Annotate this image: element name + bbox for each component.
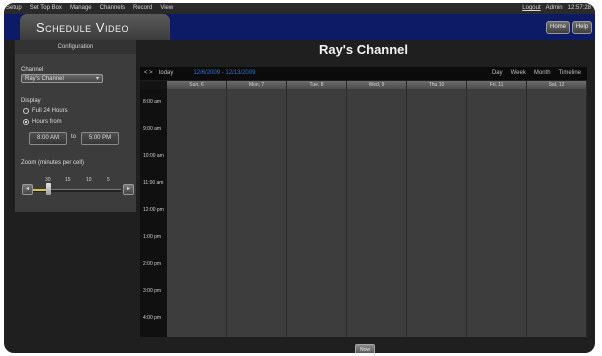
zoom-tick: 15 (65, 177, 71, 183)
configuration-heading: Configuration (15, 40, 136, 54)
full-24-hours-radio[interactable]: Full 24 Hours (23, 108, 68, 114)
today-button[interactable]: today (159, 70, 174, 76)
now-button[interactable]: Now (355, 344, 375, 353)
start-time-field[interactable]: 8:00 AM (29, 132, 67, 145)
channel-title: Ray's Channel (318, 42, 409, 57)
hours-from-radio[interactable]: Hours from (23, 119, 62, 125)
zoom-out-button[interactable]: ◂ (22, 184, 33, 195)
time-label: 12:00 pm (143, 207, 164, 213)
view-day[interactable]: Day (492, 70, 503, 76)
time-label: 2:00 pm (143, 261, 162, 267)
hours-from-label: Hours from (32, 119, 62, 125)
zoom-tick: 10 (86, 177, 92, 183)
menu-set-top-box[interactable]: Set Top Box (30, 5, 62, 11)
help-button[interactable]: Help (572, 21, 592, 34)
session-info: Logout Admin 12:57:28 (522, 5, 591, 11)
day-header: Sun, 6 (167, 81, 227, 89)
top-menu-bar: Setup Set Top Box Manage Channels Record… (4, 3, 595, 14)
menu-view[interactable]: View (160, 5, 173, 11)
week-grid: 8:00 am 9:00 am 10:00 am 11:00 am 12:00 … (140, 89, 587, 337)
menu-record[interactable]: Record (133, 5, 152, 11)
title-tab: Schedule Video (20, 14, 170, 40)
day-column-wed[interactable] (347, 89, 407, 337)
zoom-slider-fill (33, 189, 47, 191)
time-label: 9:00 am (143, 126, 162, 132)
date-range: 12/6/2009 - 12/13/2009 (193, 70, 256, 76)
channel-select-value: Ray's Channel (25, 76, 64, 82)
menu-manage[interactable]: Manage (70, 5, 92, 11)
user-name: Admin (545, 5, 563, 11)
time-label: 11:00 am (143, 180, 164, 186)
view-timeline[interactable]: Timeline (559, 70, 581, 76)
channel-label: Channel (21, 67, 44, 73)
menu-setup[interactable]: Setup (6, 5, 22, 11)
view-switcher: Day Week Month Timeline (492, 70, 581, 76)
time-label: 8:00 am (143, 99, 162, 105)
configuration-panel: Configuration Channel Ray's Channel ▾ Di… (15, 40, 136, 212)
home-button[interactable]: Home (546, 21, 570, 34)
radio-off-icon (23, 108, 29, 114)
schedule-area: Ray's Channel < > today 12/6/2009 - 12/1… (136, 40, 591, 340)
day-header: Wed, 9 (347, 81, 407, 89)
end-time-field[interactable]: 5:00 PM (81, 132, 119, 145)
zoom-in-button[interactable]: ▸ (123, 184, 134, 195)
full-24-hours-label: Full 24 Hours (32, 108, 68, 114)
time-label: 10:00 am (143, 153, 164, 159)
page-title: Schedule Video (36, 20, 129, 35)
calendar-nav-bar: < > today 12/6/2009 - 12/13/2009 Day Wee… (140, 67, 587, 80)
zoom-tick: 5 (107, 177, 110, 183)
day-header: Mon, 7 (227, 81, 287, 89)
menu-channels[interactable]: Channels (100, 5, 125, 11)
chevron-down-icon: ▾ (95, 76, 99, 82)
day-column-tue[interactable] (287, 89, 347, 337)
zoom-slider-handle[interactable] (46, 183, 51, 195)
day-column-sun[interactable] (167, 89, 227, 337)
radio-on-icon (23, 119, 29, 125)
day-column-fri[interactable] (467, 89, 527, 337)
channel-select[interactable]: Ray's Channel ▾ (21, 74, 103, 83)
to-label: to (71, 134, 77, 140)
time-label: 3:00 pm (143, 288, 162, 294)
top-menu: Setup Set Top Box Manage Channels Record… (6, 5, 173, 11)
clock: 12:57:28 (567, 5, 591, 11)
time-column: 8:00 am 9:00 am 10:00 am 11:00 am 12:00 … (140, 89, 167, 337)
view-week[interactable]: Week (511, 70, 526, 76)
app-window: Setup Set Top Box Manage Channels Record… (4, 3, 595, 353)
day-column-mon[interactable] (227, 89, 287, 337)
title-bar: Schedule Video Home Help (4, 14, 595, 40)
time-label: 4:00 pm (143, 315, 162, 321)
prev-next-arrows[interactable]: < > (144, 70, 153, 76)
day-header: Thu 10 (407, 81, 467, 89)
calendar-nav-left: < > today 12/6/2009 - 12/13/2009 (144, 70, 255, 76)
time-label: 1:00 pm (143, 234, 162, 240)
day-header: Sat, 12 (527, 81, 587, 89)
day-header-row: Sun, 6 Mon, 7 Tue, 8 Wed, 9 Thu 10 Fri, … (140, 81, 587, 89)
day-column-thu[interactable] (407, 89, 467, 337)
day-column-sat[interactable] (527, 89, 587, 337)
logout-link[interactable]: Logout (522, 5, 540, 11)
view-month[interactable]: Month (534, 70, 551, 76)
day-header: Fri, 11 (467, 81, 527, 89)
zoom-label: Zoom (minutes per cell) (21, 160, 85, 166)
display-label: Display (21, 98, 41, 104)
day-header: Tue, 8 (287, 81, 347, 89)
